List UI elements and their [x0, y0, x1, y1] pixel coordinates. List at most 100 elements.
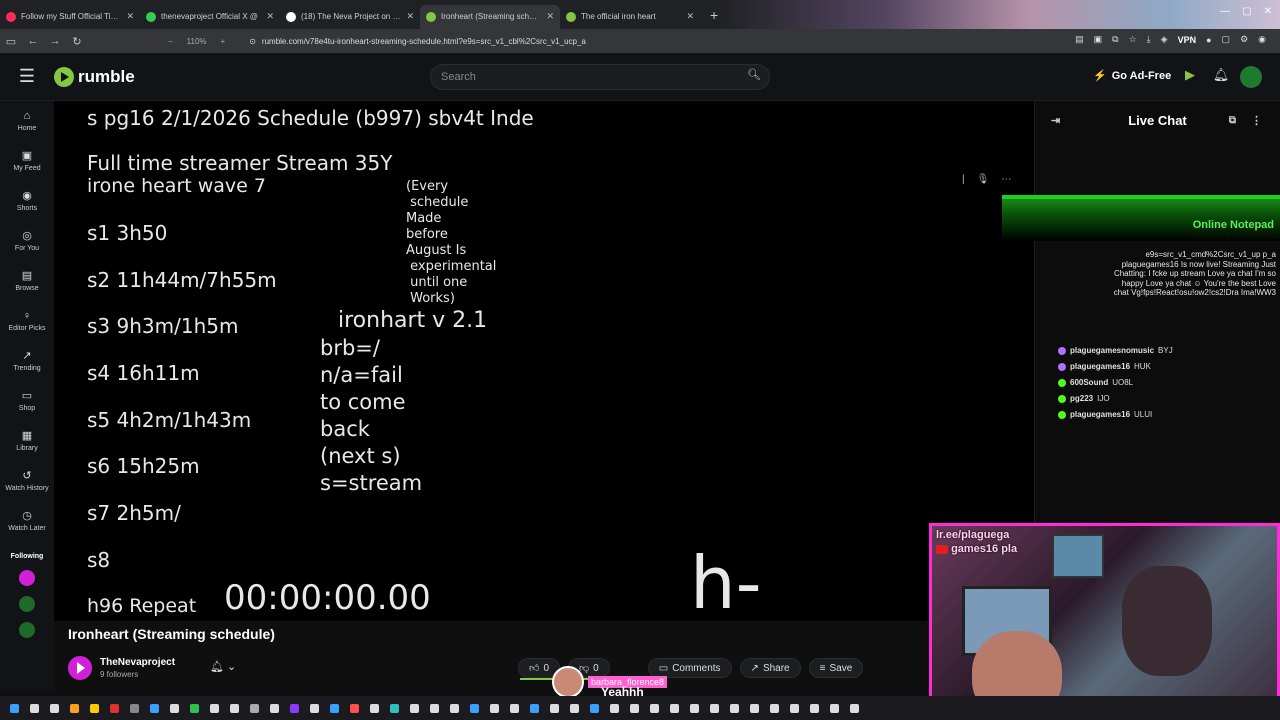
taskbar-app-icon[interactable]	[90, 703, 99, 713]
popout-chat-icon[interactable]: ⧉	[1229, 115, 1236, 126]
taskbar-app-icon[interactable]	[330, 703, 339, 713]
go-ad-free-button[interactable]: ⚡ Go Ad-Free	[1093, 69, 1171, 83]
taskbar-app-icon[interactable]	[570, 703, 579, 713]
browser-tab[interactable]: thenevaproject Official X @ ✕	[140, 5, 280, 29]
taskbar-app-icon[interactable]	[810, 703, 819, 713]
zoom-out-icon[interactable]: −	[168, 37, 173, 46]
sidebar-item-my-feed[interactable]: ▣ My Feed	[0, 142, 54, 181]
save-button[interactable]: ≡ Save	[808, 658, 864, 678]
taskbar-app-icon[interactable]	[110, 703, 119, 713]
back-icon[interactable]: ←	[22, 35, 44, 47]
minimize-icon[interactable]: —	[1220, 6, 1230, 17]
close-tab-icon[interactable]: ✕	[266, 11, 274, 22]
vpn-icon[interactable]: ◈	[1161, 34, 1168, 45]
taskbar-app-icon[interactable]	[190, 703, 199, 713]
search-input[interactable]: Search 🔍︎	[430, 64, 770, 90]
rumble-logo[interactable]: rumble	[54, 66, 135, 87]
taskbar-app-icon[interactable]	[130, 703, 139, 713]
chat-username[interactable]: 600Sound	[1070, 378, 1108, 387]
sidebar-item-editor-picks[interactable]: ♀ Editor Picks	[0, 302, 54, 341]
chat-username[interactable]: plaguegames16	[1070, 362, 1130, 371]
chat-username[interactable]: plaguegames16	[1070, 410, 1130, 419]
url-field[interactable]: ⊙ rumble.com/v78e4tu-ironheart-streaming…	[249, 37, 586, 46]
sidebar-item-home[interactable]: ⌂ Home	[0, 102, 54, 141]
close-window-icon[interactable]: ✕	[1264, 6, 1272, 17]
forward-icon[interactable]: →	[44, 35, 66, 47]
taskbar-app-icon[interactable]	[30, 703, 39, 713]
taskbar-app-icon[interactable]	[370, 703, 379, 713]
taskbar-app-icon[interactable]	[770, 703, 779, 713]
taskbar-app-icon[interactable]	[670, 703, 679, 713]
taskbar-app-icon[interactable]	[850, 703, 859, 713]
taskbar-app-icon[interactable]	[70, 703, 79, 713]
following-avatar[interactable]	[19, 570, 35, 586]
mic-icon[interactable]: 🎙︎	[977, 174, 990, 185]
sidebar-toggle-icon[interactable]: ▭	[0, 35, 22, 48]
camera-icon[interactable]: ◉	[1258, 34, 1266, 45]
puzzle-icon[interactable]: ⚙	[1240, 34, 1248, 45]
wallet-icon[interactable]: ▢	[1222, 34, 1231, 45]
download-icon[interactable]: ⤓	[1147, 34, 1151, 45]
taskbar-app-icon[interactable]	[270, 703, 279, 713]
taskbar-app-icon[interactable]	[290, 703, 299, 713]
zoom-in-icon[interactable]: +	[221, 37, 226, 46]
sidebar-item-library[interactable]: ▦ Library	[0, 422, 54, 461]
taskbar-app-icon[interactable]	[250, 703, 259, 713]
screenshot-icon[interactable]: ▣	[1094, 34, 1103, 45]
taskbar-app-icon[interactable]	[830, 703, 839, 713]
taskbar-app-icon[interactable]	[590, 703, 599, 713]
chat-username[interactable]: plaguegamesnomusic	[1070, 346, 1154, 355]
close-tab-icon[interactable]: ✕	[126, 11, 134, 22]
menu-icon[interactable]: ☰	[0, 66, 54, 87]
maximize-icon[interactable]: ▢	[1242, 6, 1251, 17]
taskbar-app-icon[interactable]	[650, 703, 659, 713]
taskbar-app-icon[interactable]	[610, 703, 619, 713]
taskbar-app-icon[interactable]	[490, 703, 499, 713]
taskbar-app-icon[interactable]	[450, 703, 459, 713]
sidebar-item-watch-later[interactable]: ◷ Watch Later	[0, 502, 54, 541]
new-tab-button[interactable]: +	[710, 7, 718, 23]
taskbar-app-icon[interactable]	[550, 703, 559, 713]
taskbar-app-icon[interactable]	[710, 703, 719, 713]
taskbar-app-icon[interactable]	[350, 703, 359, 713]
following-avatar[interactable]	[19, 622, 35, 638]
site-info-icon[interactable]: ⊙	[249, 37, 256, 46]
close-tab-icon[interactable]: ✕	[546, 11, 554, 22]
taskbar-app-icon[interactable]	[510, 703, 519, 713]
sidebar-item-shorts[interactable]: ◉ Shorts	[0, 182, 54, 221]
taskbar-app-icon[interactable]	[390, 703, 399, 713]
taskbar-app-icon[interactable]	[750, 703, 759, 713]
search-icon[interactable]: 🔍︎	[745, 68, 763, 86]
cursor-icon[interactable]: |	[962, 174, 965, 185]
chat-username[interactable]: pg223	[1070, 394, 1093, 403]
taskbar-app-icon[interactable]	[10, 703, 19, 713]
taskbar-app-icon[interactable]	[430, 703, 439, 713]
taskbar-app-icon[interactable]	[150, 703, 159, 713]
taskbar-app-icon[interactable]	[230, 703, 239, 713]
taskbar-app-icon[interactable]	[790, 703, 799, 713]
vpn-label[interactable]: VPN	[1178, 35, 1197, 45]
collapse-chat-icon[interactable]: ⇥	[1051, 114, 1060, 127]
extension-icon[interactable]: ●	[1206, 35, 1211, 45]
sidebar-item-browse[interactable]: ▤ Browse	[0, 262, 54, 301]
browser-tab[interactable]: (18) The Neva Project on X: "h ✕	[280, 5, 420, 29]
sidebar-item-for-you[interactable]: ◎ For You	[0, 222, 54, 261]
bookmark-icon[interactable]: ☆	[1129, 34, 1137, 45]
reload-icon[interactable]: ↻	[66, 35, 88, 48]
taskbar-app-icon[interactable]	[310, 703, 319, 713]
taskbar-app-icon[interactable]	[730, 703, 739, 713]
share-button[interactable]: ↗ Share	[739, 658, 801, 678]
more-icon[interactable]: ⋯	[1001, 174, 1011, 185]
browser-tab[interactable]: Follow my Stuff Official TikTok ✕	[0, 5, 140, 29]
close-tab-icon[interactable]: ✕	[406, 11, 414, 22]
taskbar-app-icon[interactable]	[170, 703, 179, 713]
channel-name[interactable]: TheNevaproject	[100, 657, 175, 668]
channel-avatar[interactable]	[68, 656, 92, 680]
taskbar-app-icon[interactable]	[470, 703, 479, 713]
sidebar-item-trending[interactable]: ↗ Trending	[0, 342, 54, 381]
browser-tab[interactable]: The official iron heart ✕	[560, 5, 700, 29]
following-avatar[interactable]	[19, 596, 35, 612]
taskbar-app-icon[interactable]	[630, 703, 639, 713]
taskbar-app-icon[interactable]	[530, 703, 539, 713]
sidebar-item-watch-history[interactable]: ↺ Watch History	[0, 462, 54, 501]
